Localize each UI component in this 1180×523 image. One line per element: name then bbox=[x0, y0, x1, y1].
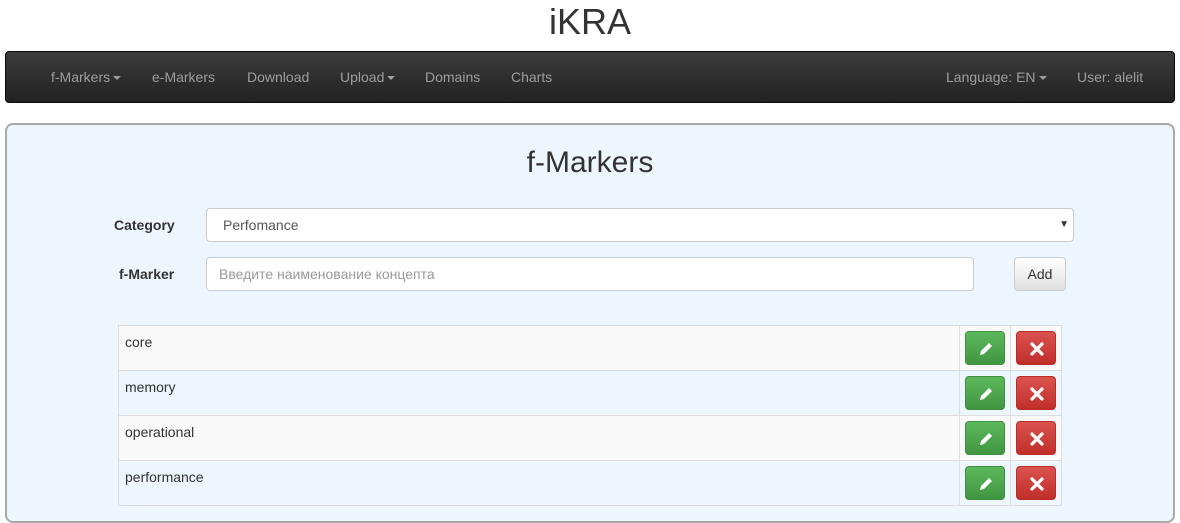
category-label: Category bbox=[114, 217, 175, 233]
category-select-value: Perfomance bbox=[223, 217, 299, 233]
nav-e-markers-label: e-Markers bbox=[152, 69, 216, 85]
delete-cell bbox=[1009, 415, 1063, 461]
marker-name: operational bbox=[118, 415, 960, 461]
caret-down-icon: ▼ bbox=[1059, 219, 1069, 230]
nav-charts[interactable]: Charts bbox=[511, 52, 552, 102]
close-icon bbox=[1030, 432, 1044, 446]
table-row: memory bbox=[118, 370, 1063, 416]
delete-button[interactable] bbox=[1015, 466, 1056, 500]
nav-e-markers[interactable]: e-Markers bbox=[152, 52, 215, 102]
f-marker-input[interactable] bbox=[206, 257, 974, 291]
delete-button[interactable] bbox=[1015, 376, 1056, 410]
delete-button[interactable] bbox=[1015, 331, 1056, 365]
nav-language-label: Language: EN bbox=[946, 69, 1036, 85]
edit-button[interactable] bbox=[964, 376, 1005, 410]
markers-table: core memory operational performance bbox=[118, 325, 1063, 506]
nav-domains[interactable]: Domains bbox=[425, 52, 480, 102]
pencil-icon bbox=[979, 478, 992, 490]
nav-upload[interactable]: Upload bbox=[340, 52, 396, 102]
nav-language[interactable]: Language: EN bbox=[946, 52, 1047, 102]
f-marker-label: f-Marker bbox=[119, 266, 175, 282]
nav-user-label: User: alelit bbox=[1077, 69, 1144, 85]
caret-down-icon bbox=[1038, 76, 1047, 81]
pencil-icon bbox=[979, 433, 992, 445]
delete-cell bbox=[1009, 325, 1063, 371]
edit-cell bbox=[958, 370, 1011, 416]
close-icon bbox=[1030, 477, 1044, 491]
nav-upload-label: Upload bbox=[340, 69, 385, 85]
navbar: f-Markers e-Markers Download Upload Doma… bbox=[5, 51, 1175, 103]
main-panel: f-Markers Category Perfomance ▼ f-Marker… bbox=[5, 123, 1175, 523]
app-title: iKRA bbox=[548, 1, 632, 42]
close-icon bbox=[1030, 342, 1044, 356]
marker-name: memory bbox=[118, 370, 960, 416]
page-title: f-Markers bbox=[526, 146, 654, 179]
edit-button[interactable] bbox=[964, 331, 1005, 365]
nav-download[interactable]: Download bbox=[247, 52, 309, 102]
edit-cell bbox=[958, 325, 1011, 371]
close-icon bbox=[1030, 387, 1044, 401]
caret-down-icon bbox=[387, 76, 396, 81]
pencil-icon bbox=[979, 343, 992, 355]
delete-cell bbox=[1009, 460, 1063, 506]
delete-button[interactable] bbox=[1015, 421, 1056, 455]
marker-name: core bbox=[118, 325, 960, 371]
nav-f-markers-label: f-Markers bbox=[51, 69, 111, 85]
nav-f-markers[interactable]: f-Markers bbox=[51, 52, 122, 102]
nav-charts-label: Charts bbox=[511, 69, 553, 85]
marker-name: performance bbox=[118, 460, 960, 506]
pencil-icon bbox=[979, 388, 992, 400]
table-row: operational bbox=[118, 415, 1063, 461]
table-row: core bbox=[118, 325, 1063, 371]
edit-cell bbox=[958, 460, 1011, 506]
add-button[interactable]: Add bbox=[1014, 257, 1066, 291]
nav-download-label: Download bbox=[247, 69, 310, 85]
category-select[interactable]: Perfomance ▼ bbox=[206, 208, 1074, 242]
edit-button[interactable] bbox=[964, 421, 1005, 455]
nav-user[interactable]: User: alelit bbox=[1077, 52, 1143, 102]
table-row: performance bbox=[118, 460, 1063, 506]
caret-down-icon bbox=[113, 76, 122, 81]
delete-cell bbox=[1009, 370, 1063, 416]
edit-cell bbox=[958, 415, 1011, 461]
nav-domains-label: Domains bbox=[425, 69, 481, 85]
edit-button[interactable] bbox=[964, 466, 1005, 500]
